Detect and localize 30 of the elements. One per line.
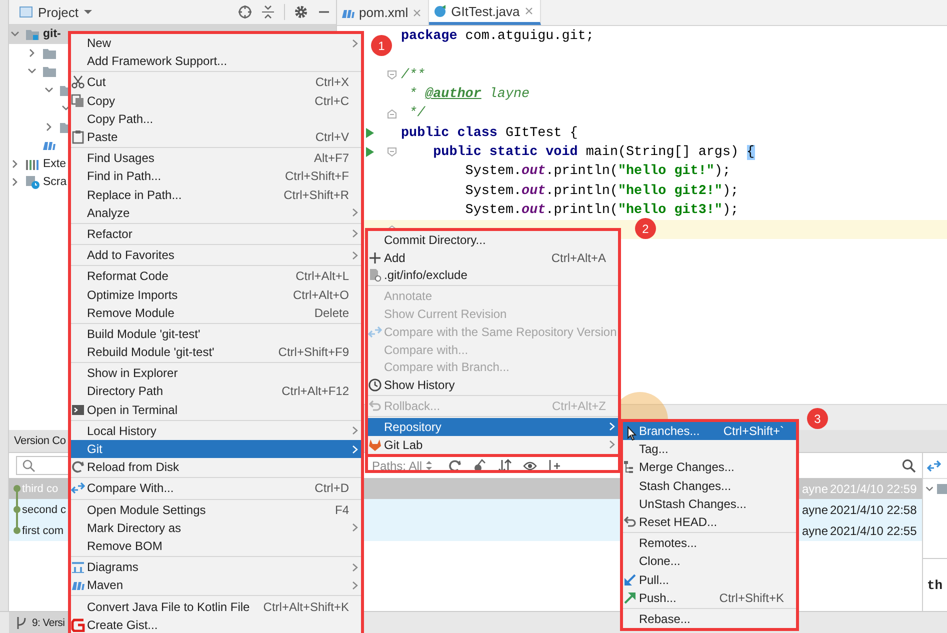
shortcut-text: Ctrl+D	[314, 481, 349, 496]
code-line: */	[408, 106, 426, 122]
shortcut-text: Ctrl+V	[314, 130, 349, 144]
shortcut-text: Ctrl+Alt+Z	[550, 399, 606, 414]
shortcut-text: Ctrl+Shift+F9	[277, 345, 349, 360]
shortcut-text: Ctrl+C	[314, 94, 349, 108]
shortcut-text: Delete	[313, 306, 349, 320]
shortcut-text: Ctrl+Shift+`	[722, 424, 784, 438]
code-line: * @author layne	[408, 87, 530, 102]
code-line: System.out.println("hello git2!");	[464, 184, 739, 199]
shortcut-text: Ctrl+Alt+O	[292, 288, 349, 302]
shortcut-text: Ctrl+Shift+F	[284, 169, 349, 184]
shortcut-text: Ctrl+Alt+F12	[280, 384, 349, 398]
shortcut-text: Ctrl+X	[314, 75, 349, 90]
code-line: public class GItTest {	[401, 126, 578, 141]
panel-title: Version Co	[14, 435, 66, 447]
shortcut-text: Ctrl+Alt+L	[294, 269, 349, 284]
code-line: System.out.println("hello git3!");	[464, 202, 739, 218]
shortcut-text: Alt+F7	[312, 151, 349, 166]
code-line: System.out.println("hello git!");	[464, 164, 730, 180]
shortcut-text: Ctrl+Shift+R	[282, 188, 349, 202]
shortcut-text: F4	[334, 502, 349, 517]
shortcut-text: Ctrl+Shift+K	[718, 590, 784, 605]
code-line: public static void main(String[] args) {	[432, 144, 755, 160]
code-line: /**	[401, 68, 426, 83]
details-text: th	[927, 578, 943, 592]
step-badge: 1	[371, 35, 392, 56]
code-line: package com.atguigu.git;	[401, 29, 594, 44]
shortcut-text: Ctrl+Alt+Shift+K	[262, 600, 349, 614]
shortcut-text: Ctrl+Alt+A	[550, 250, 606, 265]
